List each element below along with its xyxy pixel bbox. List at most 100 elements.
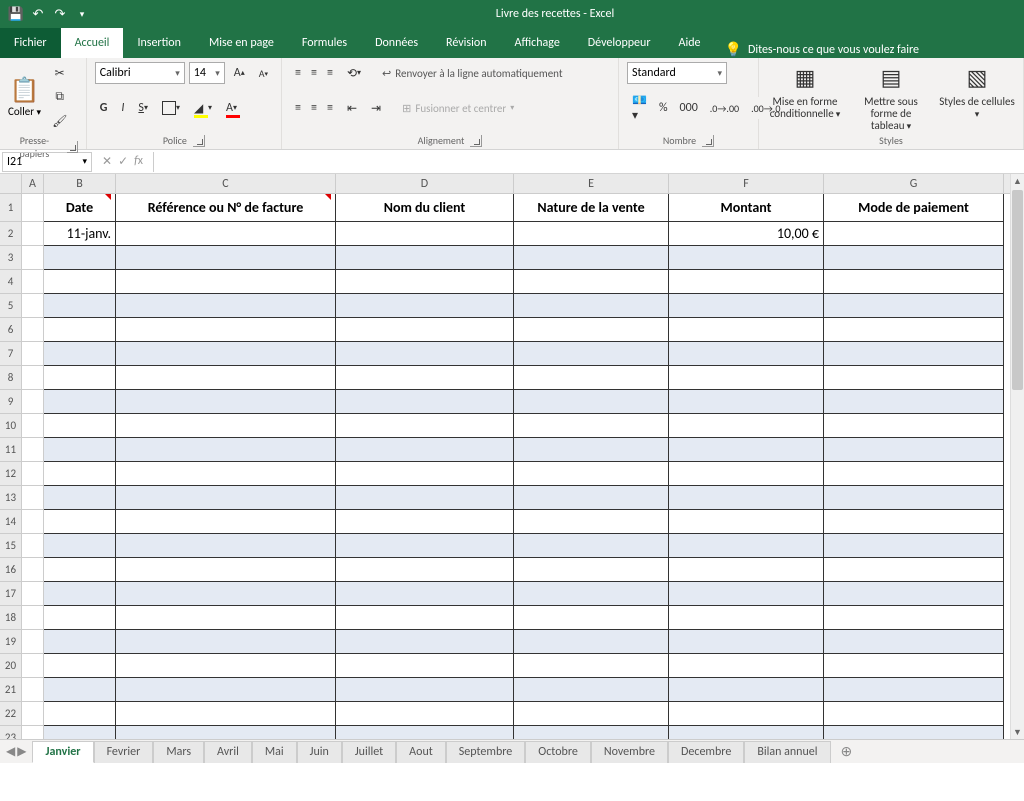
fx-icon[interactable]: fx	[134, 154, 143, 169]
cell-E10[interactable]	[514, 414, 669, 438]
cell-B21[interactable]	[44, 678, 116, 702]
cell-A8[interactable]	[22, 366, 44, 390]
cell-G20[interactable]	[824, 654, 1004, 678]
cell-E11[interactable]	[514, 438, 669, 462]
cell-C14[interactable]	[116, 510, 336, 534]
cancel-icon[interactable]: ✕	[102, 154, 112, 169]
cell-D13[interactable]	[336, 486, 514, 510]
row-header-3[interactable]: 3	[0, 246, 22, 270]
cell-E8[interactable]	[514, 366, 669, 390]
increase-font-button[interactable]: A▴	[229, 62, 250, 84]
row-header-11[interactable]: 11	[0, 438, 22, 462]
col-header-F[interactable]: F	[669, 174, 824, 193]
cell-A1[interactable]	[22, 194, 44, 222]
cell-D2[interactable]	[336, 222, 514, 246]
cell-G12[interactable]	[824, 462, 1004, 486]
cell-F19[interactable]	[669, 630, 824, 654]
cell-G19[interactable]	[824, 630, 1004, 654]
cell-G22[interactable]	[824, 702, 1004, 726]
tab-file[interactable]: Fichier	[0, 28, 61, 58]
cell-B2[interactable]: 11-janv.	[44, 222, 116, 246]
cell-B9[interactable]	[44, 390, 116, 414]
cell-E5[interactable]	[514, 294, 669, 318]
col-header-A[interactable]: A	[22, 174, 44, 193]
cell-E21[interactable]	[514, 678, 669, 702]
cell-G10[interactable]	[824, 414, 1004, 438]
cell-C12[interactable]	[116, 462, 336, 486]
cell-E1[interactable]: Nature de la vente	[514, 194, 669, 222]
sheet-tab-novembre[interactable]: Novembre	[591, 741, 668, 763]
sheet-tab-aout[interactable]: Aout	[396, 741, 446, 763]
cell-E7[interactable]	[514, 342, 669, 366]
cell-A4[interactable]	[22, 270, 44, 294]
row-header-12[interactable]: 12	[0, 462, 22, 486]
sheet-tab-decembre[interactable]: Decembre	[668, 741, 744, 763]
sheet-tab-fevrier[interactable]: Fevrier	[94, 741, 154, 763]
fill-color-button[interactable]: ◢ ▾	[189, 97, 217, 119]
row-header-2[interactable]: 2	[0, 222, 22, 246]
scroll-down-icon[interactable]: ▼	[1011, 725, 1024, 739]
border-button[interactable]: ▾	[157, 97, 185, 119]
sheet-tab-octobre[interactable]: Octobre	[525, 741, 591, 763]
format-as-table-button[interactable]: ▤ Mettre sous forme de tableau	[853, 62, 929, 132]
wrap-text-button[interactable]: ↩ Renvoyer à la ligne automatiquement	[382, 67, 562, 80]
cell-F15[interactable]	[669, 534, 824, 558]
row-header-16[interactable]: 16	[0, 558, 22, 582]
col-header-G[interactable]: G	[824, 174, 1004, 193]
cell-G15[interactable]	[824, 534, 1004, 558]
cell-A21[interactable]	[22, 678, 44, 702]
cell-D3[interactable]	[336, 246, 514, 270]
tab-data[interactable]: Données	[361, 28, 432, 58]
cell-C21[interactable]	[116, 678, 336, 702]
tab-view[interactable]: Affichage	[501, 28, 574, 58]
percent-format-button[interactable]: %	[654, 97, 673, 119]
cell-G16[interactable]	[824, 558, 1004, 582]
row-header-18[interactable]: 18	[0, 606, 22, 630]
cell-E15[interactable]	[514, 534, 669, 558]
cell-E2[interactable]	[514, 222, 669, 246]
cell-G11[interactable]	[824, 438, 1004, 462]
align-center-button[interactable]: ≡	[306, 97, 322, 119]
sheet-nav-prev-icon[interactable]: ◀	[6, 744, 15, 759]
sheet-tab-juillet[interactable]: Juillet	[342, 741, 396, 763]
cell-C17[interactable]	[116, 582, 336, 606]
cell-B8[interactable]	[44, 366, 116, 390]
accounting-format-button[interactable]: 💶▾	[627, 97, 652, 119]
cell-G5[interactable]	[824, 294, 1004, 318]
cell-B13[interactable]	[44, 486, 116, 510]
cell-C5[interactable]	[116, 294, 336, 318]
increase-indent-button[interactable]: ⇥	[366, 97, 386, 119]
cell-G13[interactable]	[824, 486, 1004, 510]
add-sheet-button[interactable]: ⊕	[831, 743, 863, 760]
cell-D10[interactable]	[336, 414, 514, 438]
cell-A11[interactable]	[22, 438, 44, 462]
cell-D7[interactable]	[336, 342, 514, 366]
sheet-tab-mars[interactable]: Mars	[153, 741, 204, 763]
cell-F16[interactable]	[669, 558, 824, 582]
cell-C2[interactable]	[116, 222, 336, 246]
paste-button[interactable]: 📋 Coller ▾	[8, 76, 41, 118]
cell-G18[interactable]	[824, 606, 1004, 630]
copy-button[interactable]: ⧉	[47, 86, 72, 108]
cell-E3[interactable]	[514, 246, 669, 270]
cell-E13[interactable]	[514, 486, 669, 510]
cell-C7[interactable]	[116, 342, 336, 366]
sheet-tab-septembre[interactable]: Septembre	[446, 741, 525, 763]
cell-E20[interactable]	[514, 654, 669, 678]
col-header-E[interactable]: E	[514, 174, 669, 193]
cell-D22[interactable]	[336, 702, 514, 726]
cell-C15[interactable]	[116, 534, 336, 558]
row-header-5[interactable]: 5	[0, 294, 22, 318]
cell-G14[interactable]	[824, 510, 1004, 534]
align-middle-button[interactable]: ≡	[306, 62, 322, 84]
col-header-C[interactable]: C	[116, 174, 336, 193]
tab-home[interactable]: Accueil	[61, 28, 124, 58]
align-left-button[interactable]: ≡	[290, 97, 306, 119]
cell-A2[interactable]	[22, 222, 44, 246]
cell-A18[interactable]	[22, 606, 44, 630]
col-header-B[interactable]: B	[44, 174, 116, 193]
cell-B3[interactable]	[44, 246, 116, 270]
cell-F17[interactable]	[669, 582, 824, 606]
cell-B6[interactable]	[44, 318, 116, 342]
number-launcher[interactable]	[702, 135, 714, 147]
